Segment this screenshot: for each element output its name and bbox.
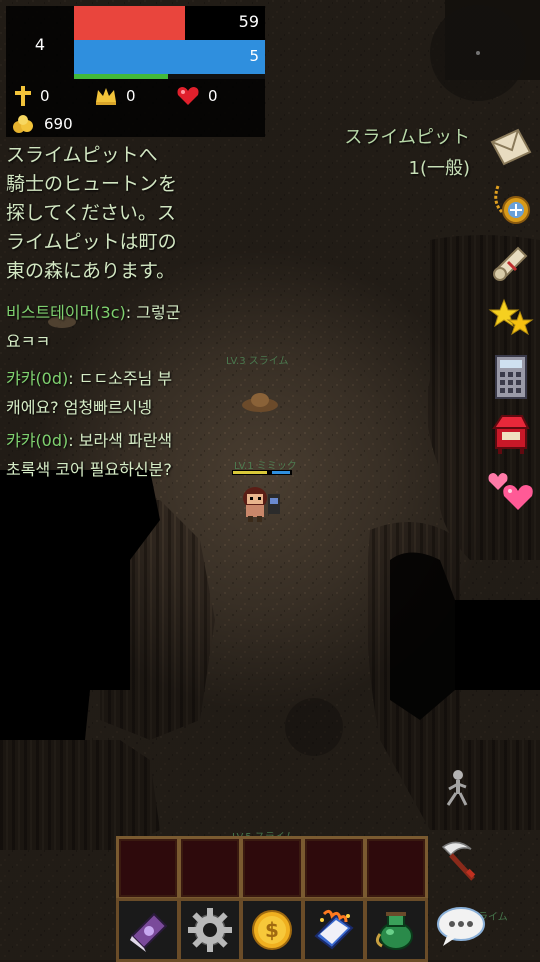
amulet-button[interactable] [486, 180, 536, 230]
quest-description: スライムピットへ 騎士のヒュートンを 探してください。ス ライムピットは町の 東… [6, 141, 206, 286]
shop-stand-icon [492, 415, 530, 454]
magic-tome-icon [314, 909, 354, 950]
quick-slot-3[interactable] [240, 836, 304, 900]
ankh-stat: 0 [14, 86, 50, 106]
chat-username: 캬캬(0d) [6, 369, 69, 388]
svg-text:$: $ [265, 918, 279, 942]
chat-log: 비스트테이머(3c): 그렇군 요ㅋㅋ 캬캬(0d): ㄷㄷ소주님 부 캐에요?… [6, 298, 221, 484]
exp-bar [74, 74, 265, 79]
chat-text: 요ㅋㅋ [6, 332, 51, 351]
chat-username: 비스트테이머(3c) [6, 303, 126, 322]
chat-text: : ㄷㄷ소주님 부 [68, 369, 173, 388]
mail-icon [490, 128, 532, 166]
hearts-icon [488, 473, 533, 510]
quick-slot-1[interactable] [116, 836, 180, 900]
spellbook-button[interactable] [116, 898, 180, 962]
status-hud: 4 59 5 0 0 0 690 [6, 6, 265, 137]
heart-icon [177, 87, 199, 105]
quest-line: 探してください。ス [6, 202, 176, 224]
scroll-icon [493, 246, 528, 281]
spellbook-icon [130, 912, 168, 952]
inventory-button[interactable] [364, 898, 428, 962]
stars-icon [488, 298, 534, 336]
player-character[interactable] [232, 468, 292, 528]
chat-text: : 보라색 파란색 [68, 431, 173, 450]
gold-coin-icon: $ [252, 910, 292, 950]
achievements-button[interactable] [486, 294, 536, 344]
attack-button[interactable] [436, 836, 486, 886]
hp-value: 59 [238, 12, 259, 31]
hp-bar: 59 [74, 6, 265, 40]
crown-stat: 0 [94, 86, 136, 106]
mp-bar: 5 [74, 40, 265, 74]
mp-bar-fill [74, 40, 265, 74]
chat-username: 캬캬(0d) [6, 431, 69, 450]
quick-slot-2[interactable] [178, 836, 242, 900]
quest-tracker[interactable]: スライムピット 1(一般) [290, 124, 470, 186]
exp-bar-fill [74, 74, 168, 79]
amulet-icon [494, 185, 530, 224]
chat-text: 캐에요? 엄청빠르시넹 [6, 398, 153, 417]
gold-coins-icon [13, 115, 33, 133]
calculator-icon [495, 355, 527, 399]
slime-name-label: LV.3 スライム [226, 356, 289, 367]
gold-stat: 690 [12, 114, 73, 134]
scroll-button[interactable] [486, 238, 536, 288]
ankh-count: 0 [40, 87, 50, 105]
gold-count: 690 [44, 115, 73, 133]
friends-button[interactable] [486, 466, 536, 516]
magic-tome-button[interactable] [302, 898, 366, 962]
ankh-icon [15, 86, 31, 106]
chat-message: 비스트테이머(3c): 그렇군 요ㅋㅋ [6, 298, 221, 356]
crown-icon [96, 88, 116, 105]
mp-value: 5 [249, 47, 259, 65]
quest-line: 騎士のヒュートンを [6, 173, 178, 195]
mail-button[interactable] [486, 122, 536, 172]
chat-bubble-icon [437, 907, 485, 946]
chat-message: 캬캬(0d): 보라색 파란색 초록색 코어 필요하신분? [6, 426, 221, 484]
quest-line: スライムピットへ [6, 144, 158, 166]
crown-count: 0 [126, 87, 136, 105]
heart-count: 0 [208, 87, 218, 105]
player-level: 4 [34, 34, 46, 54]
settings-gear-icon [188, 908, 232, 952]
sickle-icon [441, 841, 476, 881]
chat-button[interactable] [434, 902, 488, 952]
quest-line: ライムピットは町の [6, 231, 177, 253]
chat-text: 초록색 코어 필요하신분? [6, 460, 172, 479]
quest-tracker-status: 1(一般) [408, 158, 471, 179]
quick-slot-4[interactable] [302, 836, 366, 900]
potion-bag-icon [375, 912, 413, 950]
calculator-button[interactable] [486, 352, 536, 402]
player-sprite [232, 470, 292, 522]
quest-line: 東の森にあります。 [6, 260, 176, 282]
shop-button[interactable] [486, 410, 536, 460]
hp-bar-fill [74, 6, 185, 40]
settings-button[interactable] [178, 898, 242, 962]
chat-message: 캬캬(0d): ㄷㄷ소주님 부 캐에요? 엄청빠르시넹 [6, 364, 221, 422]
chat-text: : 그렇군 [125, 303, 181, 322]
heart-stat: 0 [176, 86, 218, 106]
quest-tracker-name: スライムピット [344, 127, 470, 148]
gold-shop-button[interactable]: $ [240, 898, 304, 962]
quick-slot-5[interactable] [364, 836, 428, 900]
